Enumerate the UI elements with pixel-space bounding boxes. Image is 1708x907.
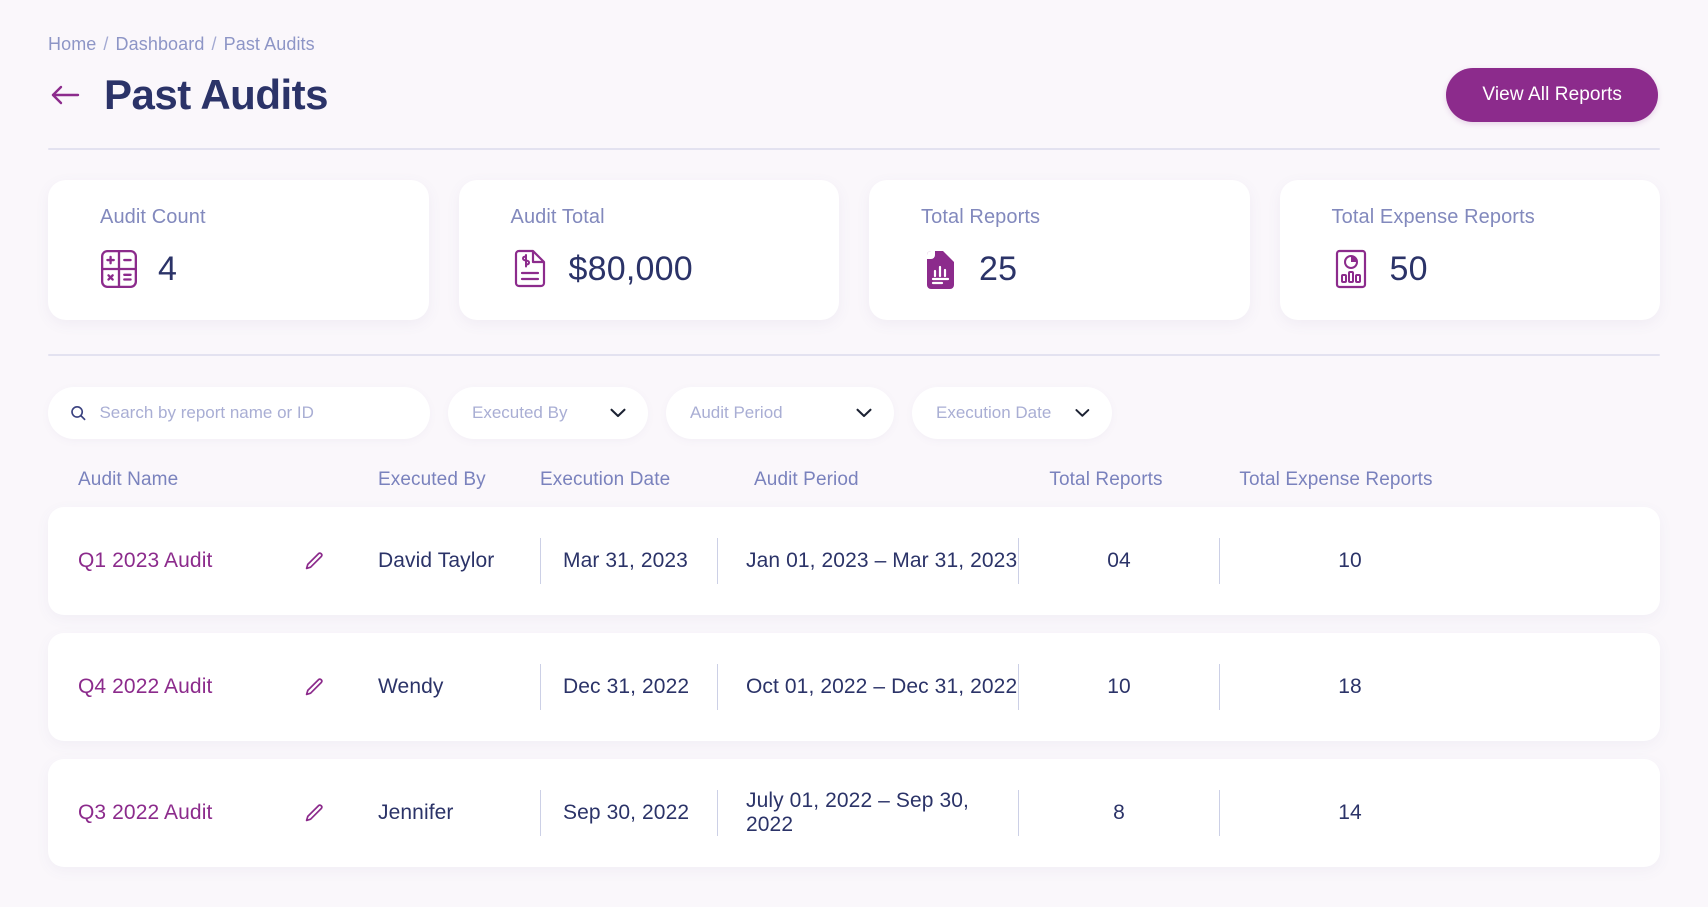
filter-label: Executed By [472,403,568,422]
stat-value-row: 50 [1332,249,1661,289]
breadcrumb-item-home[interactable]: Home [48,34,96,55]
past-audits-page: Home / Dashboard / Past Audits Past Audi… [0,0,1708,907]
cell-audit-period: July 01, 2022 – Sep 30, 2022 [746,789,969,836]
audit-name-text: Q4 2022 Audit [78,675,213,698]
column-header-executed-by: Executed By [378,469,486,490]
audits-table: Audit Name Executed By Execution Date Au… [48,455,1660,867]
audit-name-text: Q1 2023 Audit [78,549,213,572]
breadcrumb-item-past-audits[interactable]: Past Audits [224,34,315,55]
stat-value-row: $80,000 [511,249,840,289]
pencil-icon[interactable] [304,677,324,697]
filter-executed-by[interactable]: Executed By [448,387,648,439]
stat-cards: Audit Count 4 Audit Total $80,000 Total … [48,180,1660,320]
breadcrumb-item-dashboard[interactable]: Dashboard [116,34,205,55]
cell-total-expense-reports: 14 [1338,801,1362,824]
cell-audit-name[interactable]: Q4 2022 Audit [48,675,378,699]
table-row[interactable]: Q3 2022 Audit Jennifer Sep 30, 2022 July… [48,759,1660,867]
stat-card-audit-total: Audit Total $80,000 [458,180,840,320]
filter-label: Audit Period [690,403,783,422]
column-header-audit-period: Audit Period [754,469,859,490]
search-icon [71,405,86,421]
report-pie-chart-icon [1335,249,1366,289]
stat-card-audit-count: Audit Count 4 [48,180,429,320]
cell-total-reports: 8 [1113,801,1125,824]
filters-divider [48,354,1660,356]
stat-label: Audit Count [100,206,206,228]
view-all-reports-button[interactable]: View All Reports [1446,68,1658,122]
calculator-icon [101,249,137,289]
column-header-total-reports: Total Reports [1049,469,1163,490]
search-input[interactable] [99,403,408,423]
stat-value: 25 [979,250,1018,288]
stat-value: 50 [1389,250,1428,288]
column-header-execution-date: Execution Date [540,469,671,490]
stat-value-row: 4 [100,249,429,289]
cell-audit-name[interactable]: Q1 2023 Audit [48,549,378,573]
cell-audit-name[interactable]: Q3 2022 Audit [48,801,378,825]
page-header: Past Audits View All Reports [48,68,1660,122]
cell-executed-by: Wendy [378,675,444,698]
invoice-dollar-icon [514,249,545,288]
cell-audit-period: Jan 01, 2023 – Mar 31, 2023 [746,549,1018,572]
stat-value: 4 [158,250,178,288]
stat-label: Total Expense Reports [1331,206,1535,228]
stat-value-row: 25 [921,249,1250,289]
breadcrumb-separator: / [211,34,217,54]
report-bar-chart-icon [927,251,954,289]
chevron-down-icon [1075,409,1090,417]
pencil-icon[interactable] [304,551,324,571]
filter-audit-period[interactable]: Audit Period [666,387,894,439]
audit-name-text: Q3 2022 Audit [78,801,213,824]
stat-label: Audit Total [510,206,605,228]
stat-card-total-expense-reports: Total Expense Reports 50 [1279,180,1661,320]
filter-execution-date[interactable]: Execution Date [912,387,1112,439]
table-row[interactable]: Q1 2023 Audit David Taylor Mar 31, 2023 … [48,507,1660,615]
cell-total-expense-reports: 10 [1338,549,1362,572]
table-header-row: Audit Name Executed By Execution Date Au… [48,455,1660,507]
cell-total-reports: 04 [1107,549,1131,572]
column-header-total-expense-reports: Total Expense Reports [1239,469,1433,490]
breadcrumb-separator: / [103,34,109,54]
header-divider [48,148,1660,150]
cell-total-reports: 10 [1107,675,1131,698]
cell-audit-period: Oct 01, 2022 – Dec 31, 2022 [746,675,1018,698]
chevron-down-icon [610,408,626,418]
column-header-audit-name: Audit Name [78,469,179,490]
cell-execution-date: Dec 31, 2022 [563,675,690,698]
breadcrumb: Home / Dashboard / Past Audits [48,0,1660,55]
cell-execution-date: Sep 30, 2022 [563,801,690,824]
pencil-icon[interactable] [304,803,324,823]
chevron-down-icon [856,408,872,418]
filter-label: Execution Date [936,403,1052,422]
stat-card-total-reports: Total Reports 25 [869,180,1250,320]
back-arrow-icon[interactable] [48,78,82,112]
table-row[interactable]: Q4 2022 Audit Wendy Dec 31, 2022 Oct 01,… [48,633,1660,741]
cell-total-expense-reports: 18 [1338,675,1362,698]
stat-value: $80,000 [568,250,693,288]
stat-label: Total Reports [921,206,1041,228]
cell-executed-by: David Taylor [378,549,495,572]
cell-executed-by: Jennifer [378,801,454,824]
search-box[interactable] [48,387,430,439]
page-title-group: Past Audits [48,70,328,118]
cell-execution-date: Mar 31, 2023 [563,549,688,572]
page-title: Past Audits [104,70,328,118]
filter-bar: Executed By Audit Period Execution Date [48,387,1660,439]
